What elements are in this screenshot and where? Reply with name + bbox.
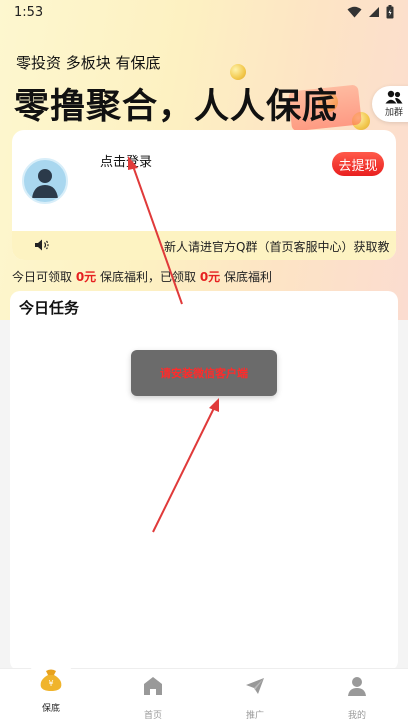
status-time: 1:53 xyxy=(14,4,44,20)
login-link[interactable]: 点击登录 xyxy=(100,151,152,170)
notice-bar: 新人请进官方Q群（首页客服中心）获取教 xyxy=(12,231,396,260)
task-panel: 今日任务 xyxy=(10,291,398,671)
toast-message: 请安装微信客户端 xyxy=(131,350,277,396)
people-icon xyxy=(385,90,403,104)
hero-title: 零撸聚合，人人保底 xyxy=(14,87,339,127)
active-tab-bubble: ¥ xyxy=(28,657,74,703)
tab-icon-wrap xyxy=(347,669,367,703)
tab-promote[interactable]: 推广 xyxy=(204,669,306,725)
default-avatar-icon xyxy=(32,169,58,198)
status-bar: 1:53 xyxy=(0,0,408,24)
battery-icon xyxy=(386,5,394,19)
tab-icon-wrap xyxy=(143,669,163,703)
profile-card: 点击登录 去提现 新人请进官方Q群（首页客服中心）获取教 xyxy=(12,130,396,260)
claimed-amount: 0元 xyxy=(199,270,221,284)
join-group-label: 加群 xyxy=(384,108,403,118)
money-bag-icon: ¥ xyxy=(40,669,62,691)
signal-icon xyxy=(369,7,379,17)
tab-label: 我的 xyxy=(347,711,366,721)
tab-icon-wrap xyxy=(245,669,265,703)
wifi-icon xyxy=(347,6,362,18)
tab-label: 保底 xyxy=(41,704,60,714)
speaker-icon xyxy=(35,239,49,251)
tab-label: 首页 xyxy=(143,711,162,721)
today-amount: 0元 xyxy=(75,270,97,284)
tab-label: 推广 xyxy=(245,711,264,721)
withdraw-button[interactable]: 去提现 xyxy=(332,152,384,176)
join-group-button[interactable]: 加群 xyxy=(372,86,408,122)
person-icon xyxy=(348,677,366,696)
tab-baodi[interactable]: ¥ 保底 xyxy=(0,657,102,725)
tab-home[interactable]: 首页 xyxy=(102,669,204,725)
bottom-tab-bar: ¥ 保底 首页 推广 我的 xyxy=(0,657,408,725)
hero-subtitle: 零投资 多板块 有保底 xyxy=(16,54,161,72)
svg-text:¥: ¥ xyxy=(48,679,53,688)
paper-plane-icon xyxy=(246,678,264,694)
home-icon xyxy=(144,677,162,695)
avatar[interactable] xyxy=(22,158,68,204)
task-title: 今日任务 xyxy=(19,299,80,317)
tab-mine[interactable]: 我的 xyxy=(306,669,408,725)
notice-text: 新人请进官方Q群（首页客服中心）获取教 xyxy=(164,240,390,254)
welfare-summary: 今日可领取 0元 保底福利，已领取 0元 保底福利 xyxy=(12,268,272,285)
welfare-middle: 保底福利，已领取 xyxy=(96,270,200,284)
status-icons xyxy=(347,5,394,19)
welfare-suffix: 保底福利 xyxy=(220,270,273,284)
welfare-prefix: 今日可领取 xyxy=(12,270,76,284)
